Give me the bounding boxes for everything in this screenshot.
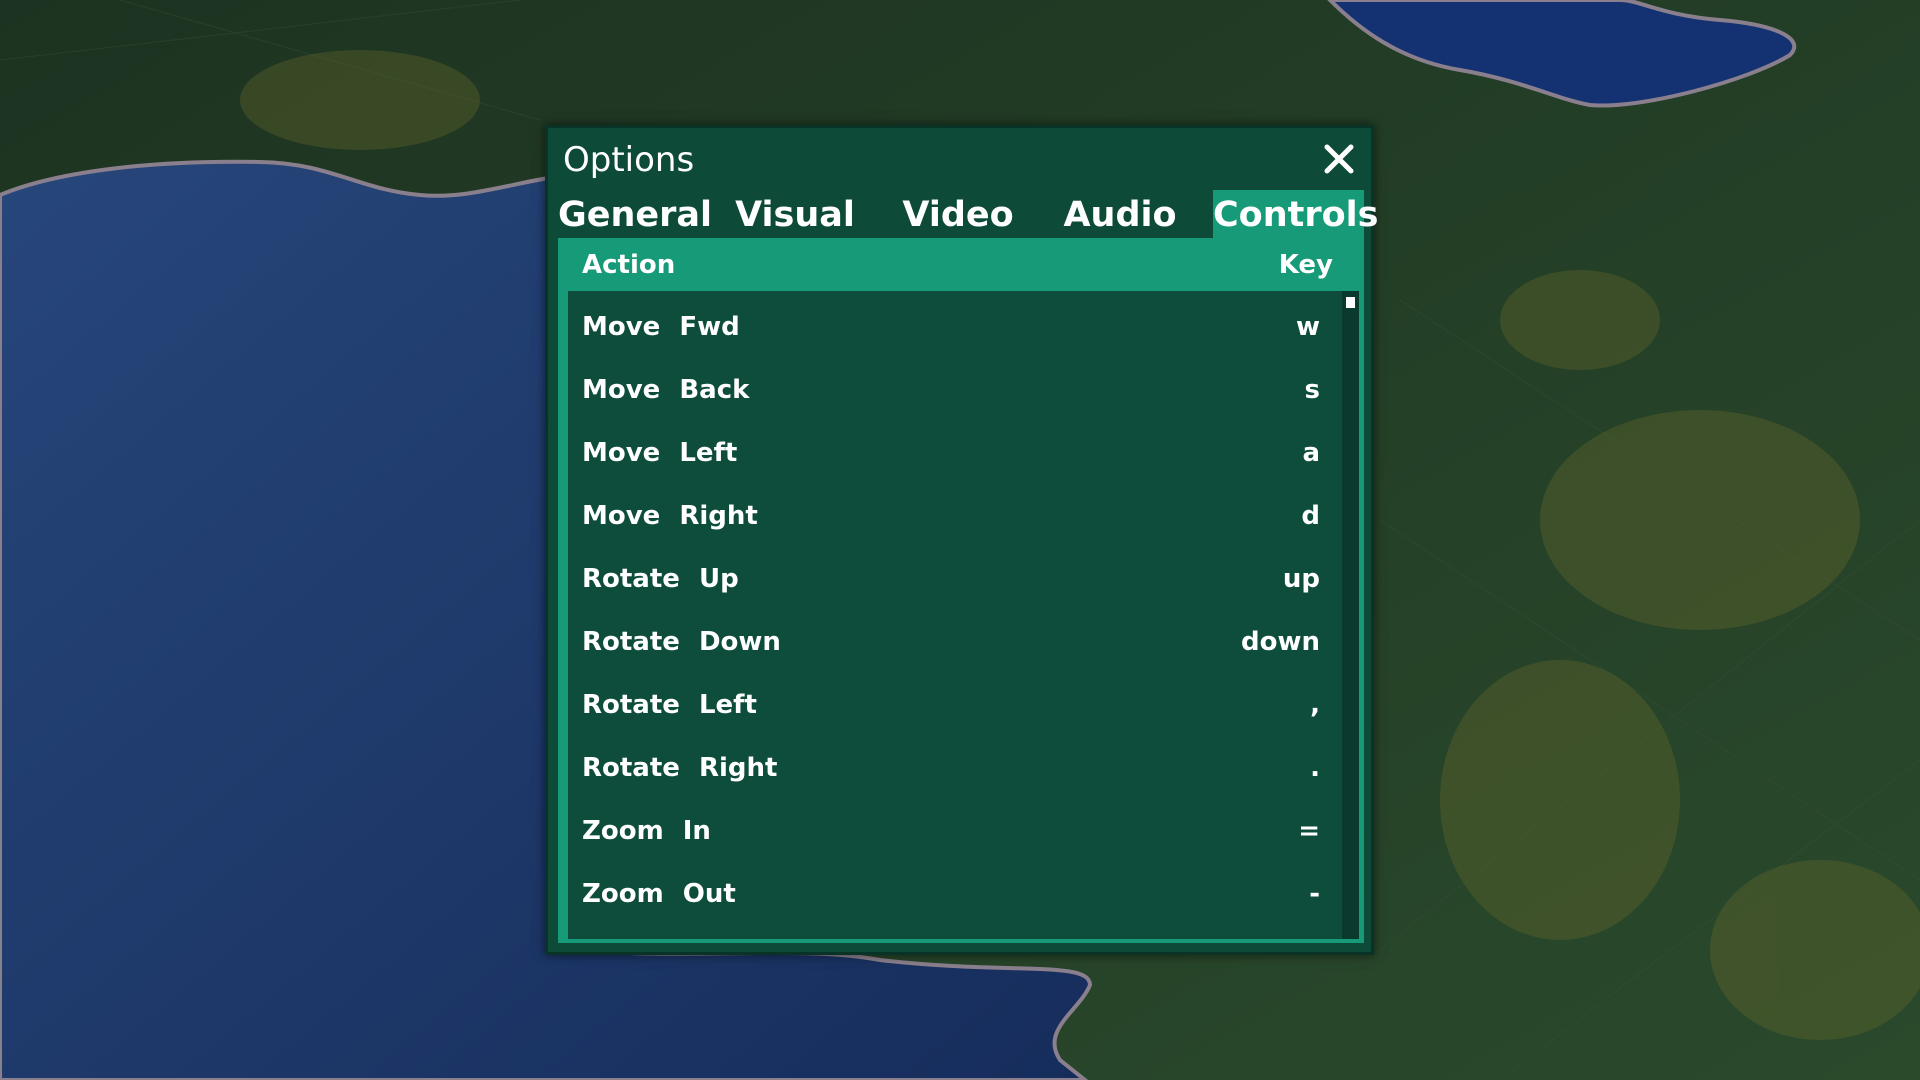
list-scrollbar[interactable]: [1342, 291, 1359, 939]
controls-table-header: Action Key: [558, 238, 1364, 288]
close-icon: [1324, 144, 1354, 174]
key-value[interactable]: a: [1302, 438, 1320, 468]
key-value[interactable]: down: [1241, 627, 1320, 657]
header-key: Key: [1278, 250, 1333, 280]
keybinding-row[interactable]: Zoom In =: [568, 800, 1342, 863]
key-value[interactable]: s: [1305, 375, 1320, 405]
tab-visual[interactable]: Visual: [720, 190, 870, 238]
dialog-title: Options: [563, 140, 695, 180]
options-tabs: General Visual Video Audio Controls: [558, 190, 1379, 238]
tab-audio[interactable]: Audio: [1045, 190, 1195, 238]
action-label: Rotate Left: [582, 690, 757, 720]
keybinding-row[interactable]: Move Fwd w: [568, 296, 1342, 359]
keybinding-row[interactable]: Rotate Down down: [568, 611, 1342, 674]
action-label: Rotate Right: [582, 753, 778, 783]
tab-video[interactable]: Video: [883, 190, 1033, 238]
header-action: Action: [582, 250, 676, 280]
keybinding-row[interactable]: Move Left a: [568, 422, 1342, 485]
key-value[interactable]: d: [1301, 501, 1320, 531]
options-dialog: Options General Visual Video Audio Contr…: [545, 125, 1379, 955]
close-button[interactable]: [1322, 142, 1356, 176]
key-value[interactable]: w: [1296, 312, 1320, 342]
keybinding-row[interactable]: Move Back s: [568, 359, 1342, 422]
key-value[interactable]: .: [1310, 753, 1320, 783]
action-label: Zoom Out: [582, 879, 736, 909]
tab-general[interactable]: General: [558, 190, 712, 238]
controls-panel: Action Key Move Fwd w Move Back s Move L…: [558, 238, 1364, 943]
action-label: Move Right: [582, 501, 758, 531]
action-label: Move Left: [582, 438, 738, 468]
key-value[interactable]: ,: [1310, 690, 1320, 720]
key-value[interactable]: =: [1298, 816, 1320, 846]
key-value[interactable]: up: [1283, 564, 1320, 594]
keybinding-row[interactable]: Rotate Left ,: [568, 674, 1342, 737]
scrollbar-thumb[interactable]: [1346, 297, 1355, 308]
keybinding-row[interactable]: Rotate Right .: [568, 737, 1342, 800]
keybinding-row[interactable]: Zoom Out -: [568, 863, 1342, 926]
keybinding-row[interactable]: Move Right d: [568, 485, 1342, 548]
tab-controls[interactable]: Controls: [1213, 190, 1379, 238]
action-label: Rotate Down: [582, 627, 781, 657]
keybinding-row[interactable]: Rotate Up up: [568, 548, 1342, 611]
key-value[interactable]: -: [1309, 879, 1320, 909]
keybinding-list: Move Fwd w Move Back s Move Left a Move …: [568, 291, 1342, 939]
action-label: Move Back: [582, 375, 750, 405]
action-label: Zoom In: [582, 816, 711, 846]
action-label: Move Fwd: [582, 312, 740, 342]
action-label: Rotate Up: [582, 564, 739, 594]
